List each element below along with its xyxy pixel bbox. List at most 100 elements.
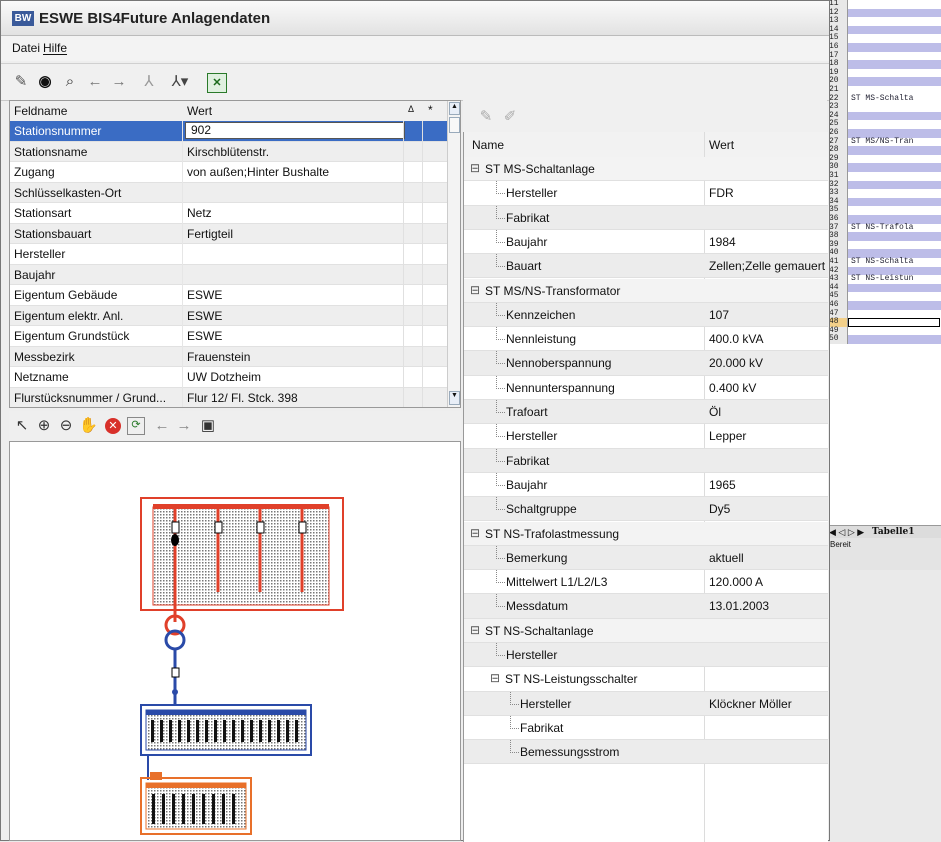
collapse-icon[interactable]: ⊟ (470, 526, 480, 540)
binoculars-icon[interactable]: ◉ (35, 73, 55, 91)
sheet-cell[interactable]: ST MS/NS-Tran (848, 137, 941, 147)
sort-icon[interactable]: Δ (408, 104, 414, 114)
sheet-row[interactable]: 50 (827, 335, 941, 344)
sheet-row[interactable]: 24 (827, 111, 941, 121)
group-row[interactable]: ⊟ ST NS-Trafolastmessung (464, 521, 828, 546)
forward-arrow-icon[interactable]: → (175, 417, 193, 435)
group-row[interactable]: ⊟ ST MS/NS-Transformator (464, 278, 828, 303)
sheet-row[interactable]: 18 (827, 60, 941, 69)
sheet-cell[interactable] (848, 146, 941, 155)
sheet-row[interactable]: 16 (827, 42, 941, 52)
column-wert[interactable]: Wert (187, 104, 212, 118)
detail-row[interactable]: Bemessungsstrom (464, 740, 828, 765)
sheet-cell[interactable] (848, 25, 941, 35)
sheet-row[interactable]: 41 ST NS-Schalta (827, 257, 941, 267)
sheet-cell[interactable] (848, 77, 941, 86)
camera-icon[interactable]: ▣ (199, 417, 217, 435)
sheet-row[interactable]: 28 (827, 146, 941, 155)
detail-row[interactable]: Baujahr 1984 (464, 229, 828, 255)
property-row[interactable]: Netzname UW Dotzheim (10, 367, 447, 388)
detail-row[interactable]: Fabrikat (464, 448, 828, 473)
property-row[interactable]: Stationsart Netz (10, 203, 447, 224)
sheet-row[interactable]: 17 (827, 51, 941, 61)
sheet-cell[interactable] (848, 318, 940, 327)
detail-row[interactable]: Hersteller Klöckner Möller (464, 691, 828, 716)
value-edit-field[interactable]: 902 (185, 122, 405, 139)
property-row[interactable]: Eigentum Grundstück ESWE (10, 326, 447, 347)
detail-row[interactable]: Kennzeichen 107 (464, 302, 828, 328)
title-bar[interactable]: BW ESWE BIS4Future Anlagendaten (1, 1, 829, 36)
back-arrow-icon[interactable]: ← (85, 73, 105, 91)
property-row[interactable]: Baujahr (10, 264, 447, 285)
scroll-thumb[interactable] (449, 117, 460, 133)
sheet-row[interactable]: 12 (827, 8, 941, 18)
sheet-cell[interactable] (848, 301, 941, 310)
sheet-cell[interactable] (848, 0, 941, 9)
sheet-nav-icons[interactable]: ◀ ◁ ▷ ▶ (829, 526, 864, 538)
sheet-cell[interactable] (848, 34, 941, 43)
pan-hand-icon[interactable]: ✋ (79, 417, 98, 435)
sheet-row[interactable]: 46 (827, 300, 941, 310)
sheet-row[interactable]: 23 (827, 103, 941, 112)
group-row[interactable]: ⊟ ST MS-Schaltanlage (464, 157, 828, 182)
column-feldname[interactable]: Feldname (14, 104, 67, 118)
property-row[interactable]: Zugang von außen;Hinter Bushalte (10, 162, 447, 183)
detail-row[interactable]: Schaltgruppe Dy5 (464, 497, 828, 522)
sheet-row[interactable]: 33 (827, 189, 941, 198)
sheet-row[interactable]: 15 (827, 34, 941, 43)
menu-hilfe[interactable]: Hilfe (43, 41, 67, 55)
sheet-row[interactable]: 43 ST NS-Leistun (827, 275, 941, 284)
tree-icon[interactable]: ⅄ (139, 73, 159, 91)
property-row[interactable]: Hersteller (10, 244, 447, 265)
close-icon[interactable]: ✕ (105, 418, 121, 434)
sheet-cell[interactable] (848, 189, 941, 198)
sheet-cell[interactable] (848, 206, 941, 215)
pencil-icon[interactable]: ✎ (477, 108, 495, 126)
sheet-cell[interactable] (848, 60, 941, 69)
sheet-cell[interactable]: ST NS-Leistun (848, 275, 941, 284)
sheet-cell[interactable]: ST MS-Schalta (848, 94, 941, 104)
sheet-row[interactable]: 35 (827, 206, 941, 215)
find-icon[interactable]: ⌕ (59, 73, 81, 91)
pointer-icon[interactable]: ↖ (13, 417, 31, 435)
group-row[interactable]: ⊟ ST NS-Schaltanlage (464, 618, 828, 643)
sheet-row[interactable]: 25 (827, 120, 941, 129)
sheet-row[interactable]: 14 (827, 25, 941, 35)
detail-row[interactable]: Mittelwert L1/L2/L3 120.000 A (464, 570, 828, 595)
sheet-row[interactable]: 49 (827, 326, 941, 336)
collapse-icon[interactable]: ⊟ (470, 161, 480, 175)
sheet-row[interactable]: 32 (827, 180, 941, 190)
sheet-row[interactable]: 19 (827, 68, 941, 78)
sheet-cell[interactable] (848, 310, 941, 319)
sheet-row[interactable]: 20 (827, 77, 941, 86)
sheet-cell[interactable] (848, 103, 941, 112)
excel-icon[interactable]: ✕ (207, 73, 227, 93)
sheet-cell[interactable] (848, 241, 941, 250)
zoom-out-icon[interactable]: ⊖ (57, 417, 75, 435)
scroll-down-icon[interactable]: ▼ (449, 391, 460, 405)
sheet-cell[interactable] (848, 52, 941, 61)
scroll-up-icon[interactable]: ▲ (449, 102, 460, 115)
collapse-icon[interactable]: ⊟ (470, 623, 480, 637)
zoom-in-icon[interactable]: ⊕ (35, 417, 53, 435)
sheet-cell[interactable] (848, 43, 941, 52)
column-name[interactable]: Name (472, 138, 504, 152)
sheet-row[interactable]: 47 (827, 309, 941, 319)
detail-row[interactable]: Bemerkung aktuell (464, 545, 828, 571)
menu-datei[interactable]: Datei (12, 41, 40, 55)
property-row[interactable]: Flurstücksnummer / Grund... Flur 12/ Fl. … (10, 387, 447, 407)
sheet-cell[interactable] (848, 292, 941, 301)
sheet-row[interactable]: 22 ST MS-Schalta (827, 94, 941, 104)
detail-row[interactable]: Hersteller Lepper (464, 424, 828, 449)
column-wert[interactable]: Wert (709, 138, 734, 152)
property-row[interactable]: Messbezirk Frauenstein (10, 346, 447, 367)
sheet-row[interactable]: 45 (827, 292, 941, 301)
detail-row[interactable]: Fabrikat (464, 715, 828, 741)
sheet-row[interactable]: 29 (827, 154, 941, 164)
sheet-row[interactable]: 39 (827, 240, 941, 250)
schematic-canvas[interactable] (9, 441, 461, 841)
sheet-cell[interactable] (848, 172, 941, 181)
refresh-icon[interactable]: ⟳ (127, 417, 145, 435)
back-arrow-icon[interactable]: ← (153, 417, 171, 435)
grid-scrollbar[interactable]: ▲ ▼ (447, 101, 460, 407)
